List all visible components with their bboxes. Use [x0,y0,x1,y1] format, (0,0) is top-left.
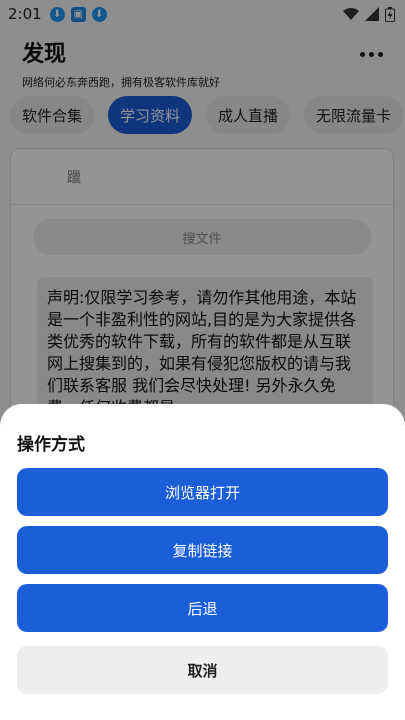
action-sheet-title: 操作方式 [17,435,85,455]
cancel-button[interactable]: 取消 [17,646,388,694]
back-button[interactable]: 后退 [17,584,388,632]
action-sheet: 操作方式 浏览器打开 复制链接 后退 取消 [0,404,405,720]
copy-link-button[interactable]: 复制链接 [17,526,388,574]
open-in-browser-button[interactable]: 浏览器打开 [17,468,388,516]
